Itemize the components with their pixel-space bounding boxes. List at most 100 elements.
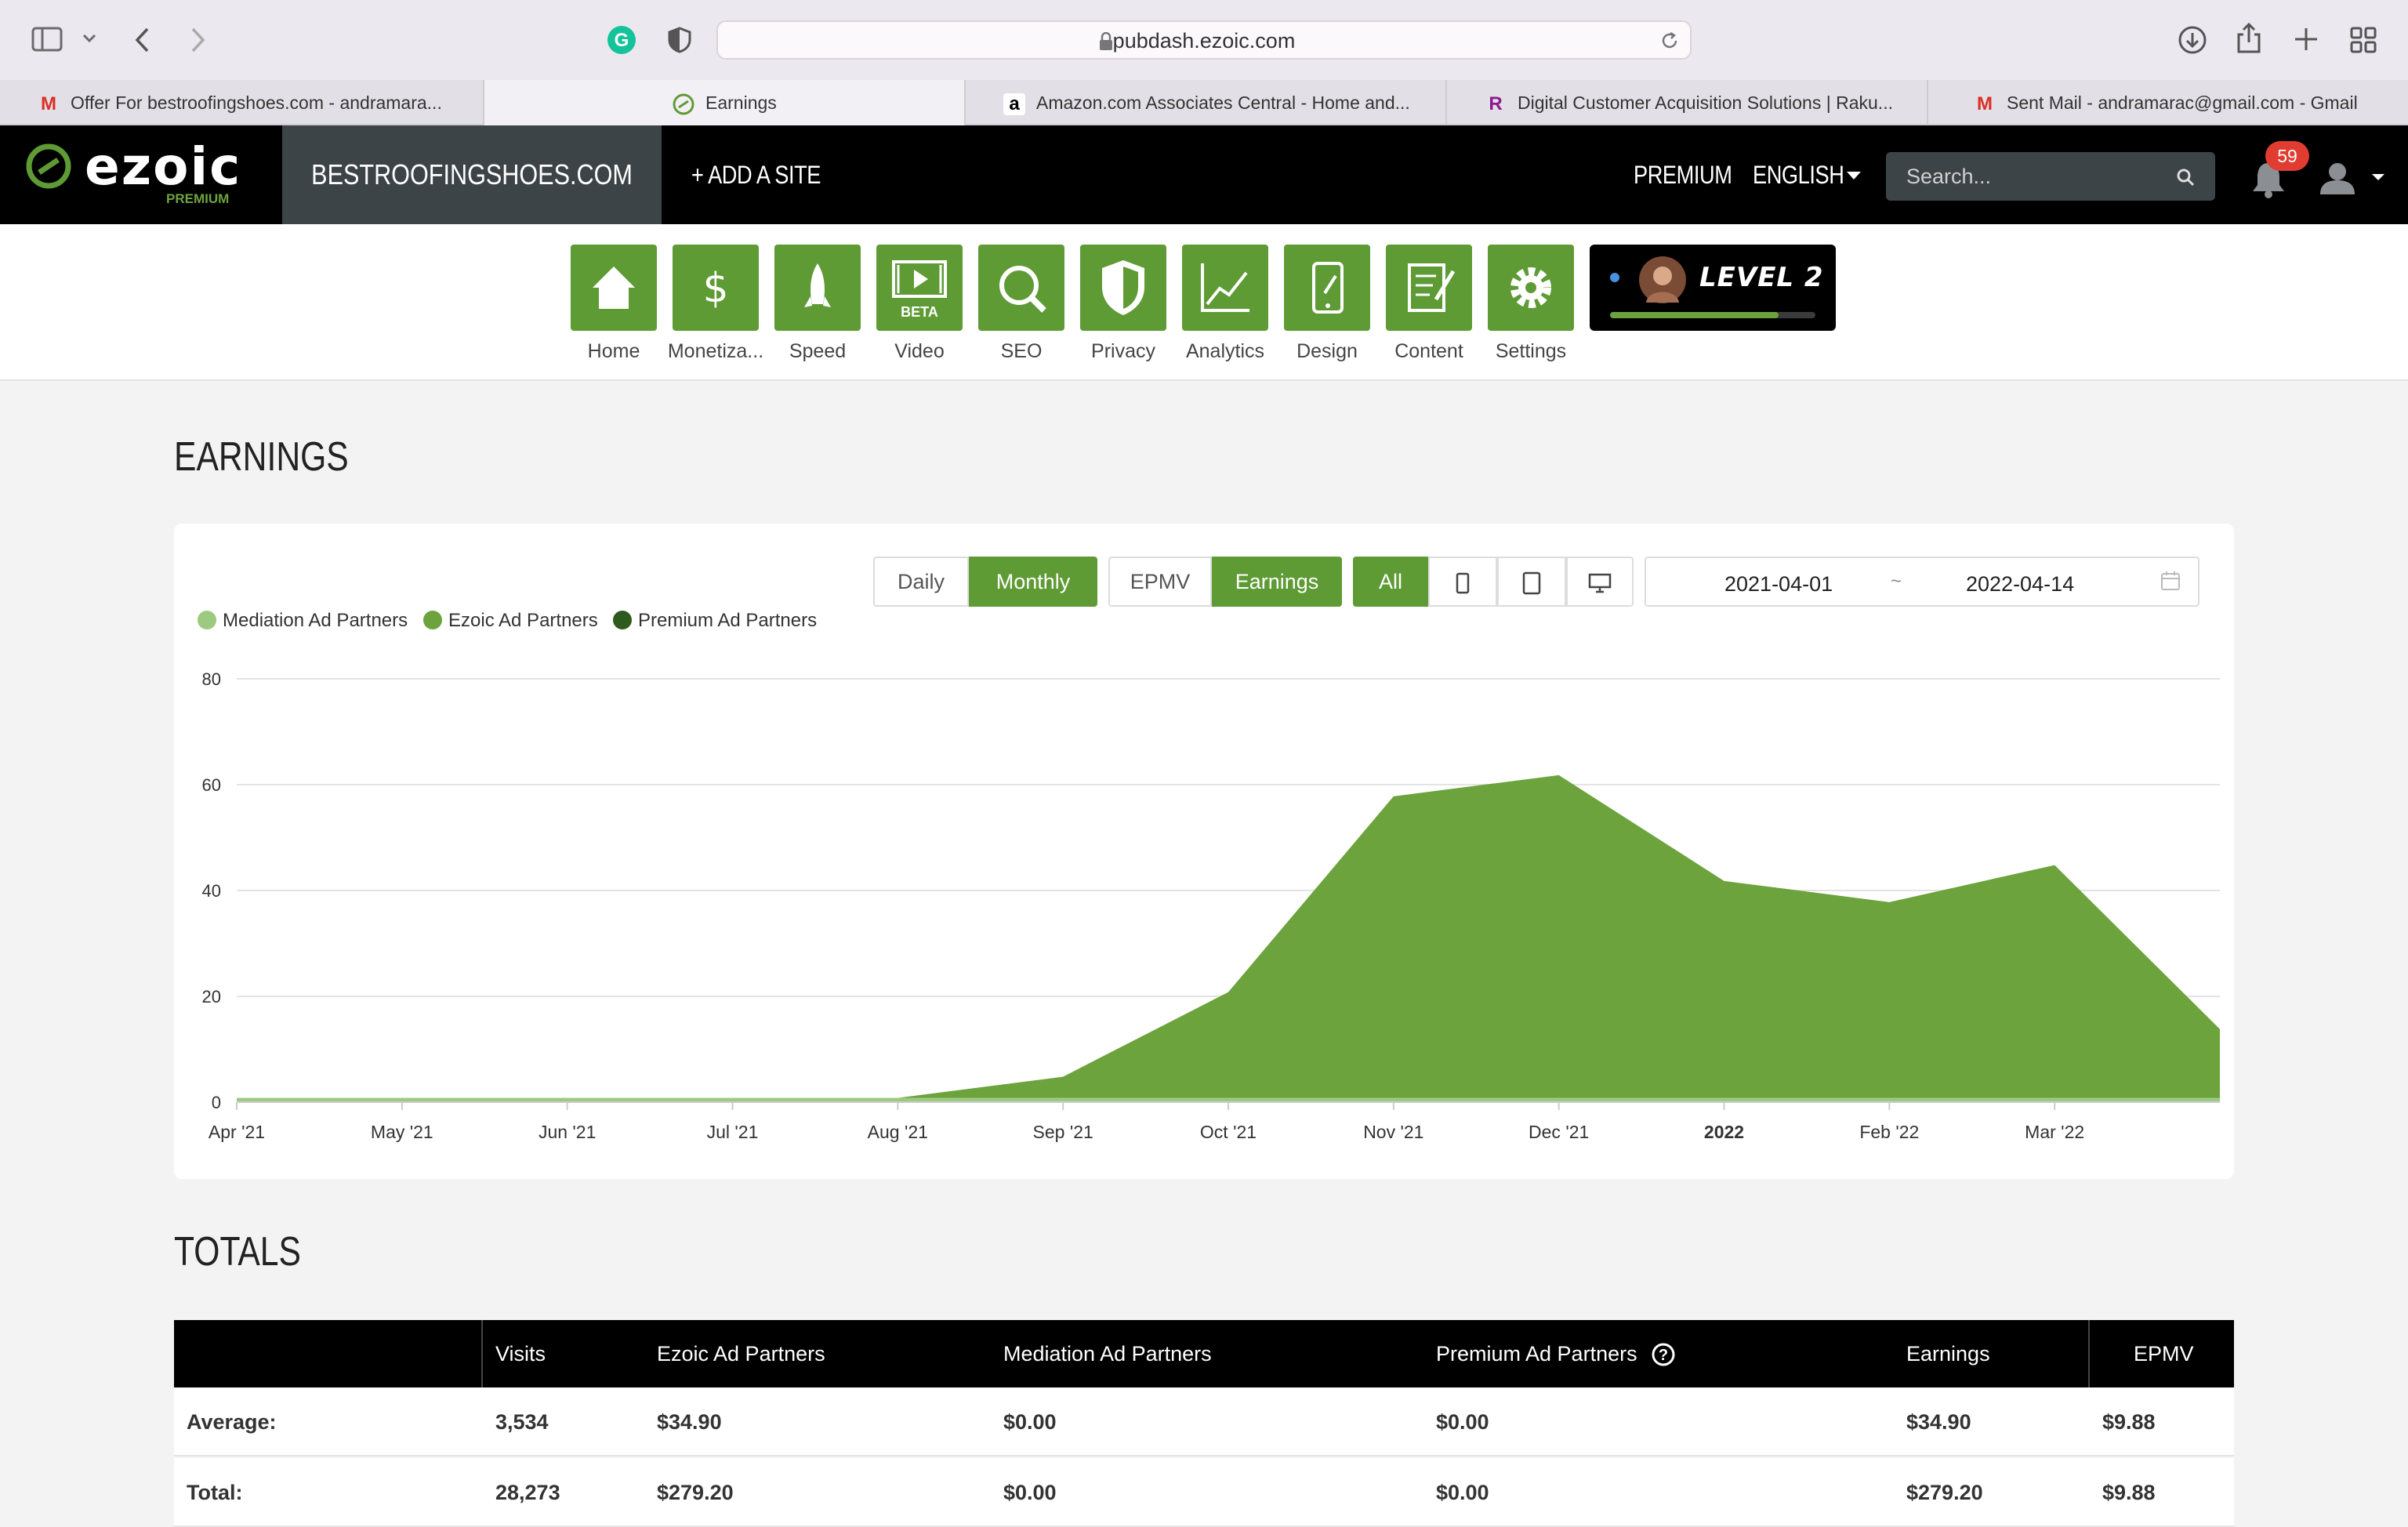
cell-earnings: $34.90 <box>1906 1410 1971 1434</box>
tab-label: Digital Customer Acquisition Solutions |… <box>1518 92 1893 113</box>
user-menu[interactable] <box>2319 161 2388 196</box>
forward-icon[interactable] <box>188 27 207 53</box>
gmail-icon: M <box>41 92 56 114</box>
nav-analytics-button[interactable] <box>1182 245 1268 331</box>
amazon-icon: a <box>1003 92 1025 115</box>
monthly-toggle[interactable]: Monthly <box>969 557 1097 607</box>
nav-seo-button[interactable] <box>978 245 1064 331</box>
device-all-toggle[interactable]: All <box>1353 557 1428 607</box>
cell-premium: $0.00 <box>1436 1481 1489 1504</box>
nav-label-seo[interactable]: SEO <box>963 340 1080 363</box>
nav-label-home[interactable]: Home <box>555 340 673 363</box>
device-mobile-toggle[interactable] <box>1428 557 1497 607</box>
share-icon[interactable] <box>2236 22 2262 55</box>
col-header[interactable]: Ezoic Ad Partners <box>657 1320 825 1387</box>
ezoic-logo[interactable]: ezoic PREMIUM <box>24 136 240 216</box>
x-tick-label: Dec '21 <box>1529 1122 1589 1142</box>
x-tick-label: Oct '21 <box>1200 1122 1257 1142</box>
page-title: EARNINGS <box>174 434 349 480</box>
level-badge[interactable]: LEVEL 2 <box>1590 245 1836 331</box>
cell-mediation: $0.00 <box>1003 1410 1057 1434</box>
date-from[interactable]: 2021-04-01 <box>1724 572 1833 597</box>
tab-gmail-sent[interactable]: M Sent Mail - andramarac@gmail.com - Gmai… <box>1927 80 2408 125</box>
reload-icon[interactable] <box>1660 31 1679 50</box>
search-input[interactable]: Search... <box>1886 152 2215 201</box>
date-to[interactable]: 2022-04-14 <box>1966 572 2074 597</box>
nav-content-button[interactable] <box>1386 245 1472 331</box>
nav-speed-button[interactable] <box>774 245 861 331</box>
site-name: BESTROOFINGSHOES.COM <box>311 158 633 190</box>
nav-privacy-button[interactable] <box>1080 245 1166 331</box>
tab-gmail-offer[interactable]: M Offer For bestroofingshoes.com - andram… <box>0 80 483 125</box>
col-header[interactable]: Mediation Ad Partners <box>1003 1320 1212 1387</box>
nav-label-video[interactable]: Video <box>861 340 978 363</box>
col-header[interactable]: Visits <box>495 1320 546 1387</box>
tab-earnings[interactable]: Earnings <box>483 80 964 125</box>
nav-video-button[interactable]: BETA <box>876 245 963 331</box>
gear-icon <box>1510 267 1551 308</box>
row-label: Average: <box>187 1410 277 1434</box>
device-desktop-toggle[interactable] <box>1566 557 1634 607</box>
legend-mediation[interactable]: Mediation Ad Partners <box>198 610 408 632</box>
col-header[interactable]: Premium Ad Partners? <box>1436 1320 1675 1387</box>
daily-toggle[interactable]: Daily <box>873 557 969 607</box>
help-icon[interactable]: ? <box>1651 1342 1676 1367</box>
x-tick-label: Jun '21 <box>539 1122 596 1142</box>
nav-label-privacy[interactable]: Privacy <box>1064 340 1182 363</box>
address-bar[interactable]: pubdash.ezoic.com <box>716 20 1692 60</box>
tab-amazon[interactable]: a Amazon.com Associates Central - Home an… <box>964 80 1445 125</box>
grammarly-icon[interactable]: G <box>607 25 636 55</box>
back-icon[interactable] <box>133 27 152 53</box>
col-header[interactable]: Earnings <box>1906 1320 1990 1387</box>
nav-label-content[interactable]: Content <box>1370 340 1488 363</box>
device-tablet-toggle[interactable] <box>1497 557 1566 607</box>
nav-design-button[interactable] <box>1284 245 1370 331</box>
logo-sub: PREMIUM <box>166 191 230 206</box>
nav-label-design[interactable]: Design <box>1268 340 1386 363</box>
tab-overview-icon[interactable] <box>2350 27 2377 53</box>
sidebar-toggle-icon[interactable] <box>31 27 63 52</box>
mobile-icon <box>1456 572 1470 594</box>
level-progress-track <box>1610 312 1815 318</box>
nav-home-button[interactable] <box>571 245 657 331</box>
caret-down-icon <box>2372 174 2384 180</box>
privacy-shield-icon[interactable] <box>668 27 691 53</box>
chevron-down-icon[interactable] <box>82 33 97 44</box>
tab-label: Earnings <box>705 92 777 113</box>
new-tab-icon[interactable] <box>2294 27 2319 52</box>
nav-monetization-button[interactable]: $ <box>673 245 759 331</box>
nav-label-monetization[interactable]: Monetiza... <box>657 340 774 363</box>
cell-premium: $0.00 <box>1436 1410 1489 1434</box>
download-icon[interactable] <box>2178 25 2207 55</box>
language-dropdown[interactable]: ENGLISH <box>1753 161 1861 190</box>
x-tick-label: Aug '21 <box>868 1122 928 1142</box>
cell-mediation: $0.00 <box>1003 1481 1057 1504</box>
y-tick-label: 40 <box>202 881 221 901</box>
nav-label-speed[interactable]: Speed <box>759 340 876 363</box>
legend-premium[interactable]: Premium Ad Partners <box>613 610 817 632</box>
caret-down-icon <box>1847 172 1861 180</box>
table-row: Average: 3,534 $34.90 $0.00 $0.00 $34.90… <box>174 1387 2234 1456</box>
x-tick-label: Nov '21 <box>1363 1122 1423 1142</box>
y-tick-label: 80 <box>202 669 221 689</box>
nav-label-settings[interactable]: Settings <box>1472 340 1590 363</box>
nav-settings-button[interactable] <box>1488 245 1574 331</box>
tab-rakuten[interactable]: R Digital Customer Acquisition Solutions … <box>1445 80 1927 125</box>
add-site-link[interactable]: + ADD A SITE <box>691 161 843 190</box>
cell-visits: 3,534 <box>495 1410 549 1434</box>
site-selector[interactable]: BESTROOFINGSHOES.COM <box>282 125 662 224</box>
design-icon <box>1312 262 1344 314</box>
legend-ezoic[interactable]: Ezoic Ad Partners <box>423 610 598 632</box>
y-tick-label: 20 <box>202 987 221 1007</box>
date-range-picker[interactable]: 2021-04-01 ~ 2022-04-14 <box>1645 557 2199 607</box>
nav-label-analytics[interactable]: Analytics <box>1166 340 1284 363</box>
epmv-toggle[interactable]: EPMV <box>1108 557 1212 607</box>
svg-text:?: ? <box>1659 1347 1668 1364</box>
table-header: Visits Ezoic Ad Partners Mediation Ad Pa… <box>174 1320 2234 1387</box>
premium-link[interactable]: PREMIUM <box>1634 161 1750 190</box>
svg-text:G: G <box>615 30 629 51</box>
col-header[interactable]: EPMV <box>2088 1320 2234 1387</box>
level-progress-fill <box>1610 312 1779 318</box>
legend-swatch <box>613 611 632 629</box>
earnings-toggle[interactable]: Earnings <box>1212 557 1342 607</box>
